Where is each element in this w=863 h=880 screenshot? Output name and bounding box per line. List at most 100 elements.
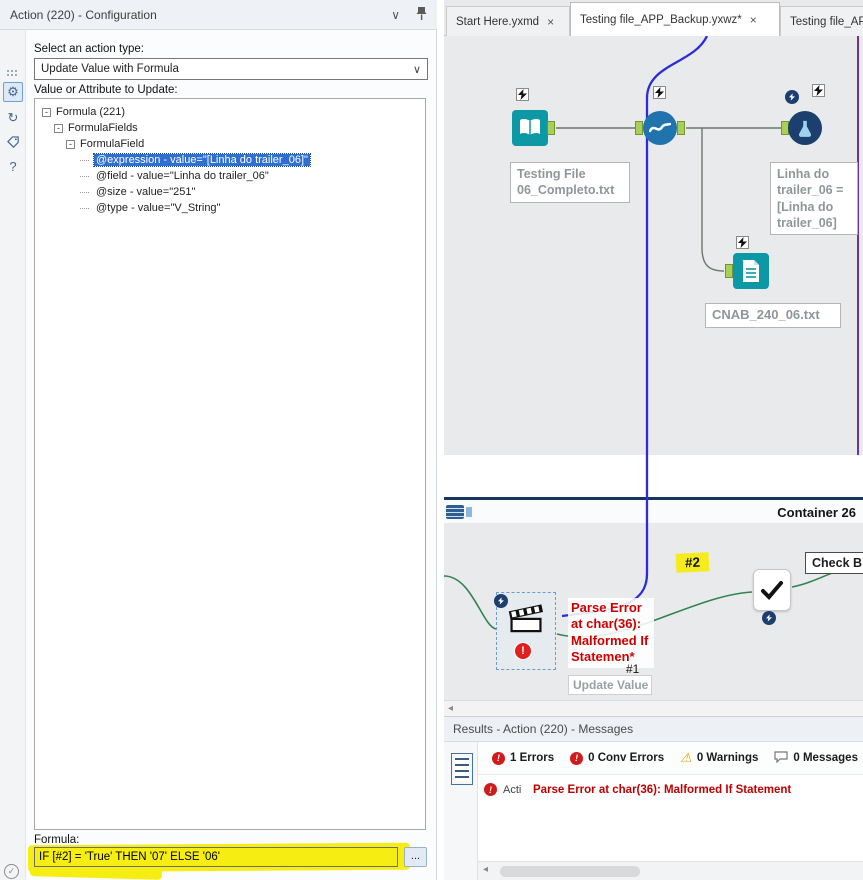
tree-leaf-label: @field - value="Linha do trailer_06" bbox=[96, 170, 269, 182]
lightning-badge-icon bbox=[736, 236, 749, 249]
tree-leaf-expression[interactable]: @expression - value="[Linha do trailer_0… bbox=[35, 152, 425, 168]
tree-leaf-size[interactable]: @size - value="251" bbox=[35, 184, 425, 200]
action-type-label: Select an action type: bbox=[34, 43, 144, 55]
output-anchor[interactable] bbox=[677, 121, 685, 135]
scrollbar-thumb[interactable] bbox=[500, 866, 640, 877]
workflow-tabbar: Start Here.yxmd × Testing file_APP_Backu… bbox=[444, 0, 863, 36]
tree-node-label: Formula (221) bbox=[56, 106, 126, 118]
formula-tool[interactable] bbox=[643, 111, 677, 145]
tool-error-badge-icon: ! bbox=[514, 642, 532, 660]
results-horizontal-scrollbar[interactable]: ◂ bbox=[478, 861, 863, 880]
tree-leaf-label: @size - value="251" bbox=[96, 186, 196, 198]
tab-start-here[interactable]: Start Here.yxmd × bbox=[446, 6, 570, 36]
tree-node-formulafields[interactable]: - FormulaFields bbox=[35, 120, 425, 136]
errors-filter-button[interactable]: ! 1 Errors bbox=[484, 751, 562, 765]
tool-annotation: Update Value bbox=[568, 675, 652, 695]
input-data-tool[interactable] bbox=[512, 110, 548, 146]
document-icon bbox=[743, 260, 759, 282]
tree-leaf-label: @expression - value="[Linha do trailer_0… bbox=[93, 153, 311, 167]
result-message-row[interactable]: ! Acti Parse Error at char(36): Malforme… bbox=[484, 783, 791, 796]
expander-icon[interactable]: - bbox=[42, 107, 51, 117]
formula-editor-button[interactable]: ... bbox=[404, 847, 427, 867]
counter-label: 0 Messages bbox=[793, 752, 858, 764]
attribute-label: Value or Attribute to Update: bbox=[34, 84, 178, 96]
messages-view-icon[interactable] bbox=[451, 753, 473, 785]
lightning-badge-icon bbox=[516, 88, 529, 101]
warnings-filter-button[interactable]: ⚠ 0 Warnings bbox=[672, 750, 766, 766]
book-icon bbox=[520, 118, 540, 135]
expander-icon[interactable]: - bbox=[66, 139, 75, 149]
tab-label: Testing file_APP_Backup.yxwz* bbox=[580, 13, 742, 26]
output-data-tool[interactable] bbox=[733, 253, 769, 289]
panel-collapse-chevron-icon[interactable]: ∨ bbox=[391, 8, 400, 22]
input-anchor[interactable] bbox=[635, 121, 643, 135]
test-flask-tool[interactable] bbox=[788, 111, 822, 145]
connection-highlight-label: #2 bbox=[675, 552, 710, 573]
tree-node-formulafield[interactable]: - FormulaField bbox=[35, 136, 425, 152]
tree-node-formula[interactable]: - Formula (221) bbox=[35, 104, 425, 120]
message-source: Acti bbox=[503, 783, 522, 796]
pin-icon[interactable] bbox=[416, 6, 427, 24]
close-icon[interactable]: × bbox=[750, 13, 757, 27]
error-icon: ! bbox=[484, 783, 497, 796]
connection-number-label: #1 bbox=[626, 662, 640, 676]
tab-label: Start Here.yxmd bbox=[456, 15, 540, 28]
tool-annotation: CNAB_240_06.txt bbox=[705, 303, 841, 328]
input-anchor[interactable] bbox=[725, 264, 733, 278]
results-panel-header: Results - Action (220) - Messages bbox=[444, 716, 863, 742]
conv-errors-filter-button[interactable]: ! 0 Conv Errors bbox=[562, 751, 672, 765]
checkbox-tool[interactable] bbox=[753, 569, 791, 611]
formula-input[interactable]: IF [#2] = 'True' THEN '07' ELSE '06' bbox=[34, 847, 398, 867]
scroll-left-arrow-icon[interactable]: ◂ bbox=[448, 702, 453, 716]
panel-grip-icon[interactable] bbox=[7, 70, 9, 72]
message-bubble-icon bbox=[774, 750, 788, 766]
scroll-left-arrow-icon[interactable]: ◂ bbox=[483, 864, 488, 875]
tree-node-label: FormulaField bbox=[80, 138, 145, 150]
error-icon: ! bbox=[492, 751, 505, 765]
counter-label: 0 Conv Errors bbox=[588, 752, 665, 764]
configuration-panel: Action (220) - Configuration ∨ ⚙ ↻ ? ✓ S… bbox=[0, 0, 437, 880]
container-collapse-icon[interactable] bbox=[446, 505, 464, 519]
tree-connector bbox=[80, 207, 89, 209]
results-filter-toolbar: ! 1 Errors ! 0 Conv Errors ⚠ 0 Warnings … bbox=[478, 742, 863, 775]
close-icon[interactable]: × bbox=[547, 15, 554, 29]
counter-label: 1 Errors bbox=[510, 752, 555, 764]
messages-filter-button[interactable]: 0 Messages bbox=[766, 750, 863, 766]
container-title: Container 26 bbox=[777, 505, 856, 520]
warning-icon: ⚠ bbox=[680, 750, 692, 765]
help-icon[interactable]: ? bbox=[3, 156, 23, 176]
tree-connector bbox=[80, 175, 89, 177]
tree-connector bbox=[80, 191, 89, 193]
lightning-badge-icon bbox=[653, 86, 666, 99]
tree-connector bbox=[80, 159, 89, 161]
configuration-panel-header: Action (220) - Configuration ∨ bbox=[0, 0, 437, 30]
attribute-tree: - Formula (221) - FormulaFields - Formul… bbox=[34, 98, 426, 830]
results-panel: ! 1 Errors ! 0 Conv Errors ⚠ 0 Warnings … bbox=[444, 742, 863, 880]
tool-annotation: Linha do trailer_06 = [Linha do trailer_… bbox=[770, 162, 858, 235]
tab-testing-file[interactable]: Testing file_AP bbox=[780, 6, 863, 36]
chevron-down-icon: ∨ bbox=[412, 63, 421, 76]
checkbox-tool-annotation: Check B bbox=[805, 552, 863, 574]
gear-icon[interactable]: ⚙ bbox=[3, 82, 23, 102]
wave-icon bbox=[649, 122, 671, 133]
tag-icon[interactable] bbox=[3, 132, 23, 152]
container-collapse-handle[interactable] bbox=[466, 507, 472, 517]
flask-icon bbox=[798, 120, 812, 137]
tree-leaf-field[interactable]: @field - value="Linha do trailer_06" bbox=[35, 168, 425, 184]
action-type-select[interactable]: Update Value with Formula ∨ bbox=[34, 58, 428, 80]
output-anchor[interactable] bbox=[547, 121, 555, 135]
canvas-gap bbox=[444, 455, 863, 497]
interface-anchor-icon bbox=[494, 594, 508, 608]
refresh-icon[interactable]: ↻ bbox=[3, 108, 23, 128]
tree-node-label: FormulaFields bbox=[68, 122, 138, 134]
message-text: Parse Error at char(36): Malformed If St… bbox=[533, 783, 792, 796]
tool-container-header: Container 26 bbox=[444, 497, 863, 523]
config-tool-strip: ⚙ ↻ ? bbox=[0, 30, 26, 880]
canvas-horizontal-scrollbar[interactable]: ◂ bbox=[444, 700, 863, 716]
tree-leaf-label: @type - value="V_String" bbox=[96, 202, 221, 214]
error-annotation: Parse Error at char(36): Malformed If St… bbox=[568, 598, 654, 668]
expander-icon[interactable]: - bbox=[54, 123, 63, 133]
tab-testing-file-backup[interactable]: Testing file_APP_Backup.yxwz* × bbox=[570, 2, 780, 36]
counter-label: 0 Warnings bbox=[696, 752, 759, 764]
tree-leaf-type[interactable]: @type - value="V_String" bbox=[35, 200, 425, 216]
